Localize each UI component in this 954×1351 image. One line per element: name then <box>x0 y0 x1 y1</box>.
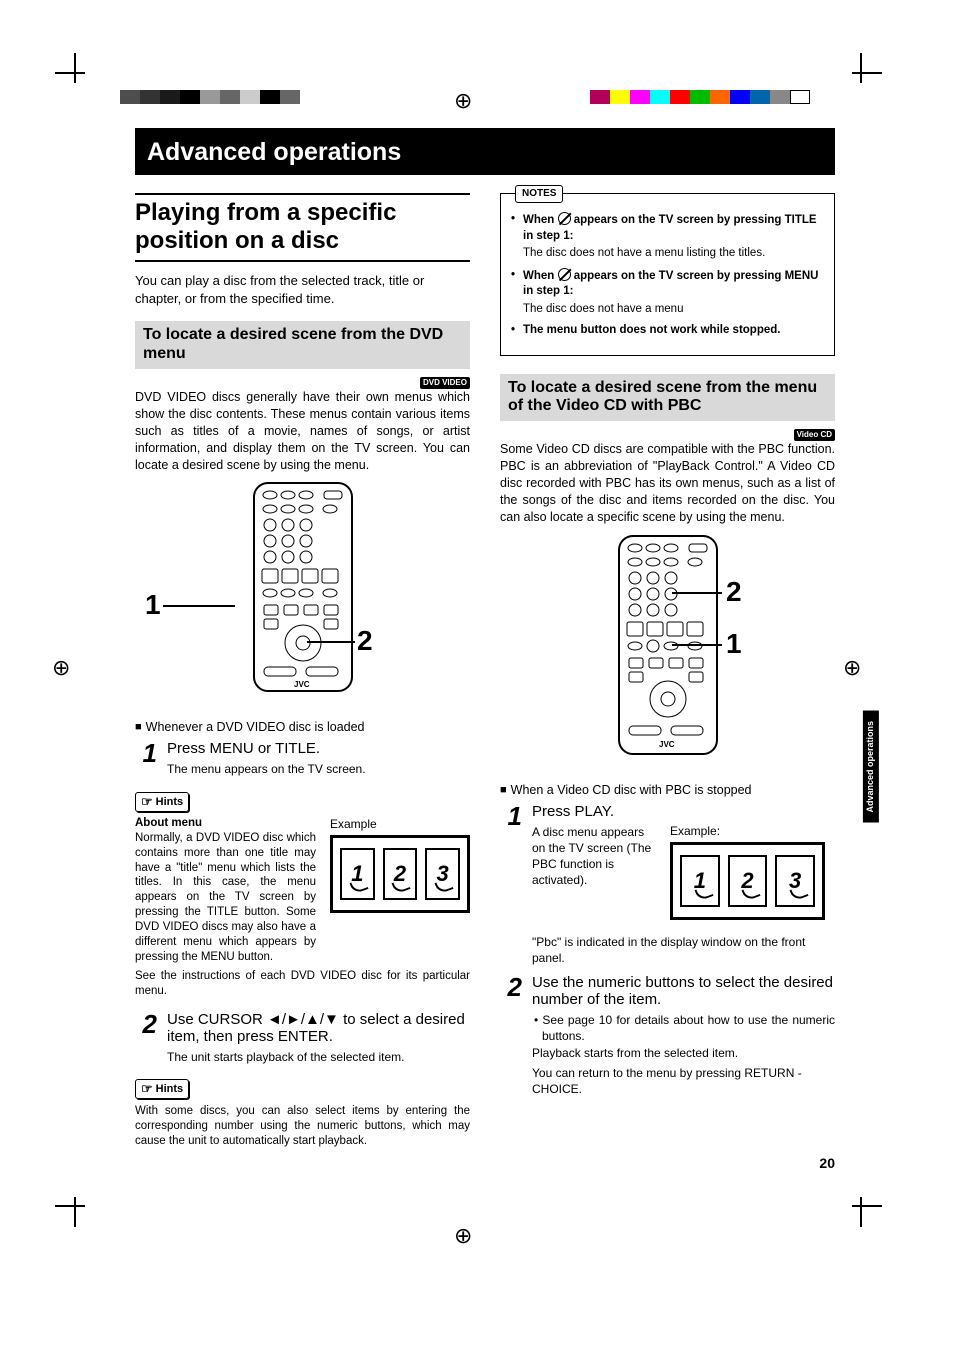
dvd-step1-sub: The menu appears on the TV screen. <box>167 761 470 777</box>
vcd-step-num-1: 1 <box>500 803 522 966</box>
side-tab: Advanced operations <box>863 711 879 823</box>
vcd-step2-sub2: You can return to the menu by pressing R… <box>532 1065 835 1097</box>
crop-corner <box>74 1197 76 1227</box>
dvd-body: DVD VIDEO discs generally have their own… <box>135 389 470 473</box>
hints-tag: Hints <box>135 792 189 812</box>
about-menu-head: About menu <box>135 817 316 829</box>
dvd-step2-sub: The unit starts playback of the selected… <box>167 1049 470 1065</box>
callout-2: 2 <box>726 576 742 608</box>
dvd-hint2: With some discs, you can also select ite… <box>135 1104 470 1149</box>
svg-text:JVC: JVC <box>294 680 310 689</box>
example-box: 1 2 3 <box>330 835 470 913</box>
notes-box: NOTES When appears on the TV screen by p… <box>500 193 835 356</box>
vcd-badge: Video CD <box>794 429 835 441</box>
colorbar-left <box>120 90 300 104</box>
callout-1: 1 <box>145 589 161 621</box>
vcd-example-box: 1 2 3 <box>670 842 825 920</box>
crop-corner <box>860 1197 862 1227</box>
crop-corner <box>74 53 76 83</box>
section-heading: Playing from a specific position on a di… <box>135 193 470 262</box>
dvd-subheading: To locate a desired scene from the DVD m… <box>135 321 470 369</box>
example-label: Example <box>330 817 470 831</box>
crop-corner <box>860 53 862 83</box>
step-num-2: 2 <box>135 1011 157 1065</box>
crop-corner <box>55 1205 85 1207</box>
dvd-badge: DVD VIDEO <box>420 377 470 389</box>
svg-text:JVC: JVC <box>659 740 675 749</box>
colorbar-right <box>590 90 810 104</box>
prohibit-icon <box>558 212 571 225</box>
crop-corner <box>852 1205 882 1207</box>
registration-mark-right: ⊕ <box>843 655 861 681</box>
registration-mark-top: ⊕ <box>454 88 472 114</box>
vcd-step2-sub1: Playback starts from the selected item. <box>532 1045 835 1061</box>
vcd-step1-sub: A disc menu appears on the TV screen (Th… <box>532 824 652 889</box>
step-num-1: 1 <box>135 740 157 777</box>
remote-diagram-vcd: JVC 2 1 <box>500 534 835 769</box>
callout-2: 2 <box>357 625 373 657</box>
vcd-body: Some Video CD discs are compatible with … <box>500 441 835 525</box>
vcd-subheading: To locate a desired scene from the menu … <box>500 374 835 422</box>
dvd-step1-main: Press MENU or TITLE. <box>167 740 470 757</box>
dvd-step2-main: Use CURSOR ◄/►/▲/▼ to select a desired i… <box>167 1011 470 1045</box>
prohibit-icon <box>558 268 571 281</box>
remote-diagram-dvd: JVC 1 2 <box>135 481 470 706</box>
page-number: 20 <box>819 1155 835 1171</box>
section-intro: You can play a disc from the selected tr… <box>135 272 470 307</box>
vcd-step-num-2: 2 <box>500 974 522 1097</box>
vcd-example-label: Example: <box>670 824 825 838</box>
vcd-step2-bullet: See page 10 for details about how to use… <box>542 1013 835 1043</box>
crop-corner <box>55 72 85 74</box>
crop-corner <box>852 72 882 74</box>
callout-1: 1 <box>726 628 742 660</box>
chapter-title: Advanced operations <box>135 128 835 175</box>
vcd-step1-main: Press PLAY. <box>532 803 835 820</box>
notes-tag: NOTES <box>515 185 563 203</box>
dvd-when-loaded: ■Whenever a DVD VIDEO disc is loaded <box>135 720 470 734</box>
hints-tag-2: Hints <box>135 1079 189 1099</box>
vcd-when-stopped: ■When a Video CD disc with PBC is stoppe… <box>500 783 835 797</box>
registration-mark-left: ⊕ <box>52 655 70 681</box>
vcd-step2-main: Use the numeric buttons to select the de… <box>532 974 835 1008</box>
see-instructions: See the instructions of each DVD VIDEO d… <box>135 969 470 999</box>
registration-mark-bottom: ⊕ <box>454 1223 472 1249</box>
about-menu-body: Normally, a DVD VIDEO disc which contain… <box>135 831 316 965</box>
vcd-pbc-indicated: "Pbc" is indicated in the display window… <box>532 934 835 966</box>
